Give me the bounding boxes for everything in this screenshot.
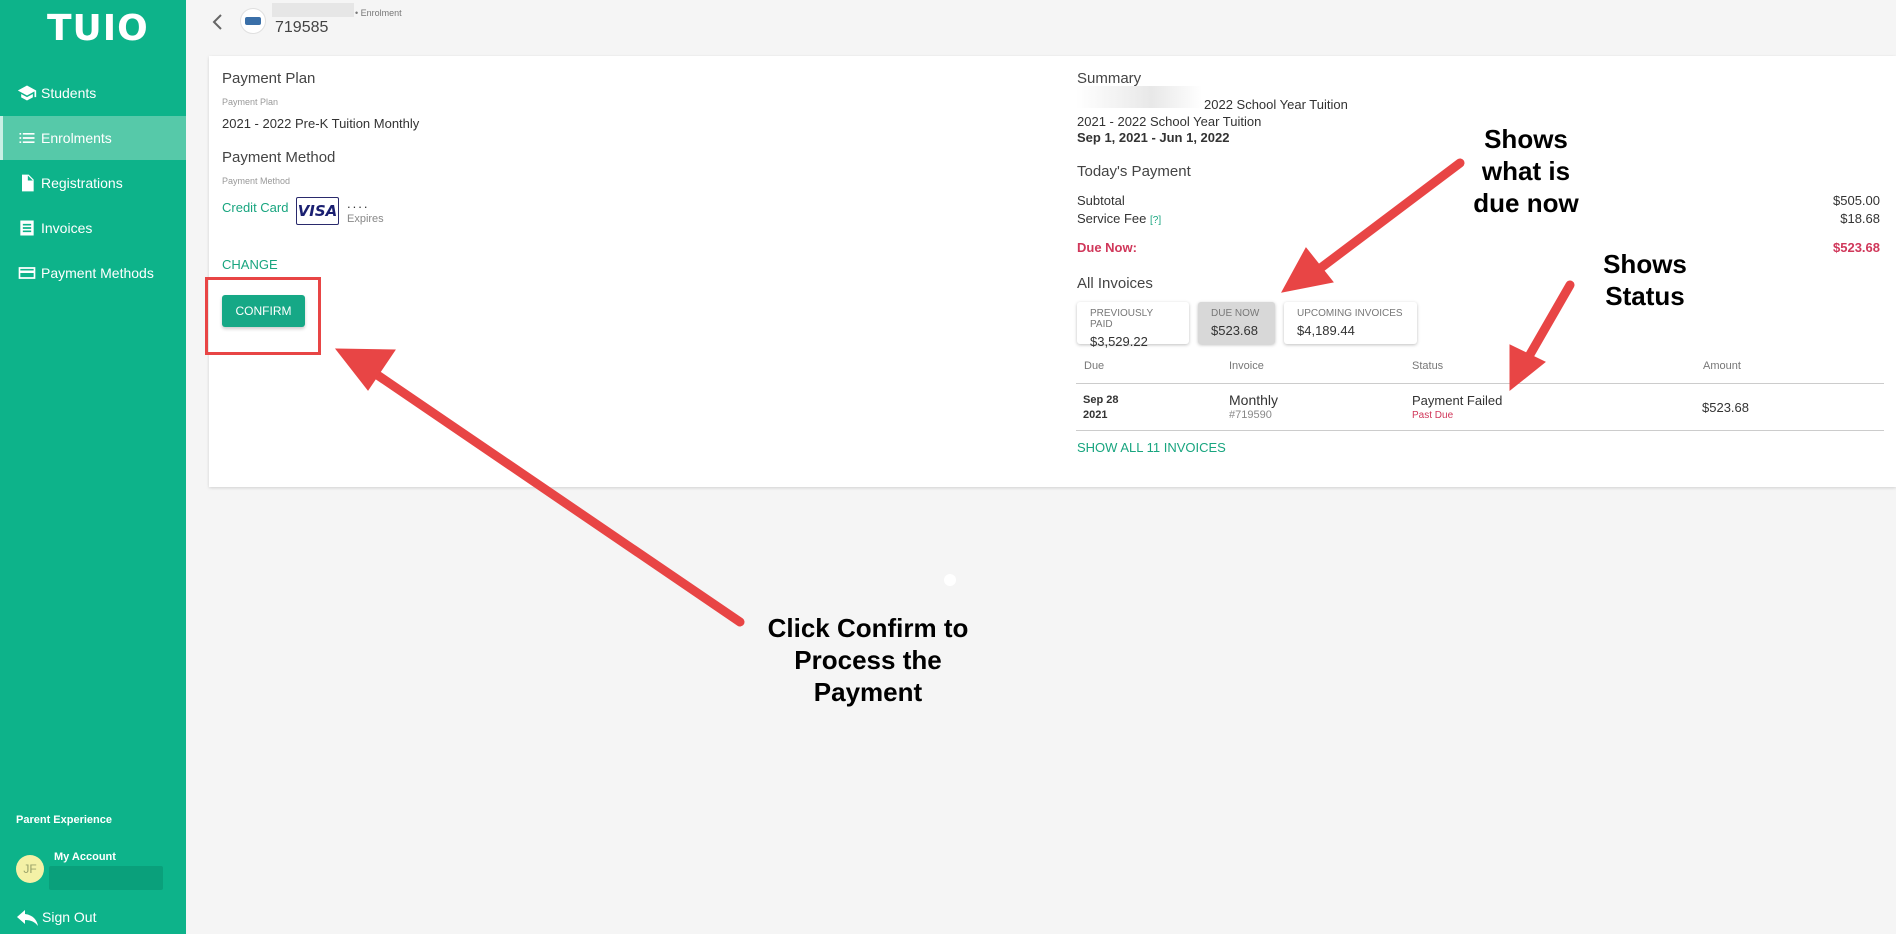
column-amount: Amount — [1703, 360, 1741, 372]
school-logo — [240, 8, 266, 34]
upcoming-invoices-tab[interactable]: UPCOMING INVOICES $4,189.44 — [1284, 302, 1417, 344]
payment-plan-title: Payment Plan — [222, 70, 316, 87]
avatar[interactable]: JF — [16, 855, 44, 883]
row-invoice-number: #719590 — [1229, 409, 1272, 421]
annotation-line: Process the — [794, 645, 942, 675]
pill-value: $523.68 — [1211, 323, 1258, 338]
service-fee-help-link[interactable]: [?] — [1150, 215, 1161, 226]
table-divider — [1076, 383, 1884, 384]
annotation-line: Click Confirm to — [767, 613, 969, 643]
account-name-redacted — [49, 866, 163, 890]
sidebar: TUIO Students Enrolments Registrations I… — [0, 0, 186, 934]
due-now-tab[interactable]: DUE NOW $523.68 — [1198, 302, 1275, 344]
sidebar-item-students[interactable]: Students — [0, 71, 186, 115]
summary-title: Summary — [1077, 70, 1142, 87]
row-due-month: Sep 28 — [1083, 394, 1119, 406]
graduation-cap-icon — [17, 83, 41, 103]
payment-method-title: Payment Method — [222, 149, 336, 166]
sidebar-item-label: Payment Methods — [41, 265, 154, 281]
todays-payment-title: Today's Payment — [1077, 163, 1191, 180]
sidebar-item-label: Invoices — [41, 220, 93, 236]
breadcrumb-enrolment: • Enrolment — [355, 8, 402, 18]
change-button[interactable]: CHANGE — [222, 257, 278, 272]
due-now-value: $523.68 — [1833, 240, 1880, 255]
school-name-redacted — [272, 3, 354, 17]
annotation-line: Shows — [1603, 249, 1687, 279]
annotation-line: Payment — [813, 677, 923, 707]
sidebar-item-enrolments[interactable]: Enrolments — [0, 116, 186, 160]
column-due: Due — [1084, 360, 1105, 372]
payment-plan-value: 2021 - 2022 Pre-K Tuition Monthly — [222, 116, 420, 131]
sidebar-item-label: Enrolments — [41, 130, 112, 146]
show-all-invoices-link[interactable]: SHOW ALL 11 INVOICES — [1077, 440, 1226, 455]
service-fee-value: $18.68 — [1840, 211, 1880, 226]
subtotal-value: $505.00 — [1833, 193, 1880, 208]
confirm-annotation: Click Confirm to Process the Payment — [740, 612, 996, 708]
card-expires: Expires — [347, 213, 384, 225]
list-icon — [17, 128, 41, 148]
parent-experience-label: Parent Experience — [16, 814, 112, 826]
row-status: Payment Failed — [1412, 393, 1503, 408]
due-now-annotation: Shows what is due now — [1446, 123, 1606, 219]
sidebar-item-payment-methods[interactable]: Payment Methods — [0, 251, 186, 295]
sign-out-label: Sign Out — [42, 909, 97, 925]
pill-label: DUE NOW — [1211, 308, 1260, 319]
pill-label: UPCOMING INVOICES — [1297, 308, 1403, 319]
annotation-line: what is — [1481, 156, 1571, 186]
due-now-label: Due Now: — [1077, 240, 1137, 255]
service-fee-label: Service Fee — [1077, 211, 1147, 226]
row-invoice-name: Monthly — [1229, 392, 1279, 408]
status-annotation: Shows Status — [1570, 248, 1720, 312]
payment-method-type[interactable]: Credit Card — [222, 200, 288, 215]
row-due-year: 2021 — [1083, 409, 1108, 421]
visa-card-icon: VISA — [296, 197, 339, 225]
subtotal-label: Subtotal — [1077, 193, 1125, 208]
all-invoices-title: All Invoices — [1077, 275, 1153, 292]
sign-out-icon — [17, 910, 38, 926]
pill-label: PREVIOUSLY PAID — [1090, 308, 1153, 330]
table-divider — [1076, 430, 1884, 431]
card-number-masked: .... — [347, 196, 370, 211]
sidebar-item-label: Registrations — [41, 175, 123, 191]
column-status: Status — [1412, 360, 1444, 372]
confirm-highlight-box — [205, 277, 321, 355]
payment-plan-label: Payment Plan — [222, 97, 279, 107]
annotation-line: Status — [1605, 281, 1685, 311]
annotation-line: Shows — [1484, 124, 1568, 154]
pill-value: $3,529.22 — [1090, 334, 1148, 349]
row-substatus: Past Due — [1412, 410, 1454, 421]
sidebar-item-label: Students — [41, 85, 97, 101]
pill-value: $4,189.44 — [1297, 323, 1355, 338]
sidebar-nav: Students Enrolments Registrations Invoic… — [0, 71, 186, 296]
summary-line2: 2021 - 2022 School Year Tuition — [1077, 114, 1262, 129]
sidebar-item-registrations[interactable]: Registrations — [0, 161, 186, 205]
document-icon — [17, 173, 41, 193]
back-button[interactable] — [210, 12, 226, 32]
tuio-logo[interactable]: TUIO — [47, 8, 149, 49]
chevron-left-icon — [212, 14, 222, 30]
school-name-redacted — [1076, 86, 1202, 108]
summary-dates: Sep 1, 2021 - Jun 1, 2022 — [1077, 130, 1230, 145]
decorative-dot — [944, 574, 956, 586]
my-account-link[interactable]: My Account — [54, 851, 116, 863]
payment-method-label: Payment Method — [222, 176, 291, 186]
previously-paid-tab[interactable]: PREVIOUSLY PAID $3,529.22 — [1077, 302, 1189, 349]
enrolment-id: 719585 — [275, 19, 329, 36]
due-now-row: Due Now: $523.68 — [1077, 240, 1880, 255]
invoice-icon — [17, 218, 41, 238]
sign-out-button[interactable]: Sign Out — [16, 908, 96, 926]
summary-line1: 2022 School Year Tuition — [1204, 97, 1348, 112]
row-amount: $523.68 — [1702, 400, 1749, 415]
column-invoice: Invoice — [1229, 360, 1264, 372]
sidebar-item-invoices[interactable]: Invoices — [0, 206, 186, 250]
credit-card-icon — [17, 263, 41, 283]
annotation-line: due now — [1473, 188, 1579, 218]
